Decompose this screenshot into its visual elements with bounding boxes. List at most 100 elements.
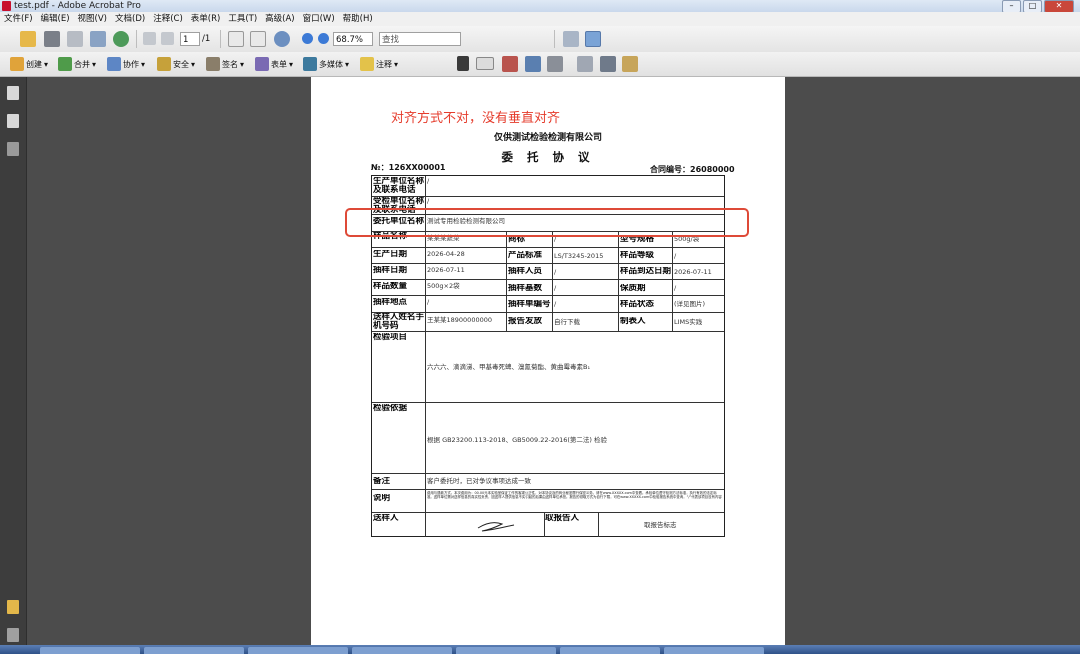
- company-name: 仅供测试检验检测有限公司: [493, 133, 602, 143]
- taskbar-item[interactable]: [664, 647, 764, 654]
- sampling-base-label: 抽样基数: [508, 284, 543, 293]
- taskbar-item[interactable]: [456, 647, 556, 654]
- collaborate-button[interactable]: 协作 ▾: [107, 56, 145, 72]
- pointer-icon[interactable]: [457, 56, 469, 71]
- bookmarks-panel-icon[interactable]: [7, 114, 19, 128]
- report-receiver-label: 取报告人: [545, 514, 580, 523]
- fit-width-icon[interactable]: [563, 31, 579, 47]
- menu-view[interactable]: 视图(V): [74, 12, 111, 26]
- list-box-icon[interactable]: [600, 56, 616, 72]
- menu-edit[interactable]: 编辑(E): [37, 12, 74, 26]
- zoom-level-select[interactable]: 68.7%: [333, 32, 373, 46]
- report-delivery-value: 自行下载: [554, 318, 580, 326]
- ok-button-icon[interactable]: [476, 57, 494, 70]
- create-button[interactable]: 创建 ▾: [10, 56, 48, 72]
- comment-icon: [360, 57, 374, 71]
- arrow-up-icon[interactable]: [143, 32, 156, 45]
- title-bar: test.pdf - Adobe Acrobat Pro – □ ✕: [0, 0, 1080, 13]
- menu-forms[interactable]: 表单(R): [187, 12, 225, 26]
- menu-document[interactable]: 文档(D): [111, 12, 149, 26]
- comment-button[interactable]: 注释 ▾: [360, 56, 398, 72]
- sender-signature: [477, 522, 515, 532]
- checkbox-tool-icon[interactable]: [502, 56, 518, 72]
- menu-bar: 文件(F) 编辑(E) 视图(V) 文档(D) 注释(C) 表单(R) 工具(T…: [0, 12, 1080, 26]
- menu-tools[interactable]: 工具(T): [224, 12, 261, 26]
- misalignment-highlight: [345, 208, 749, 237]
- sample-quantity-label: 样品数量: [373, 282, 408, 291]
- production-date-value: 2026-04-28: [427, 250, 465, 258]
- zoom-in-icon[interactable]: [318, 33, 329, 44]
- page-number-input[interactable]: 1: [180, 32, 200, 46]
- page-total: /1: [202, 34, 211, 44]
- menu-advanced[interactable]: 高级(A): [261, 12, 298, 26]
- toolbar-separator: [554, 30, 555, 48]
- film-icon: [303, 57, 317, 71]
- sampling-base-value: /: [554, 284, 557, 292]
- search-input[interactable]: 查找: [379, 32, 461, 46]
- combine-button[interactable]: 合并 ▾: [58, 56, 96, 72]
- inspected-unit-value: /: [427, 197, 430, 205]
- menu-file[interactable]: 文件(F): [0, 12, 37, 26]
- sampling-place-label: 抽样地点: [373, 298, 408, 307]
- attach-tool-icon[interactable]: [547, 56, 563, 72]
- menu-help[interactable]: 帮助(H): [339, 12, 377, 26]
- hand-tool-icon[interactable]: [250, 31, 266, 47]
- shelf-life-label: 保质期: [620, 284, 646, 293]
- taskbar-item[interactable]: [40, 647, 140, 654]
- toolbar-separator: [220, 30, 221, 48]
- test-basis-label: 检验依据: [373, 404, 408, 413]
- email-icon[interactable]: [90, 31, 106, 47]
- sender-contact-label: 送样人姓名手机号码: [373, 313, 425, 331]
- zoom-out-icon[interactable]: [302, 33, 313, 44]
- attachments-panel-icon[interactable]: [7, 628, 19, 642]
- navigation-panel: [0, 77, 27, 645]
- edit-form-icon[interactable]: [622, 56, 638, 72]
- remark-value: 客户委托时，已对争议事项达成一致: [427, 477, 531, 485]
- web-capture-icon[interactable]: [113, 31, 129, 47]
- comments-panel-icon[interactable]: [7, 600, 19, 614]
- taskbar-item[interactable]: [144, 647, 244, 654]
- report-receiver-value: 取报告标志: [644, 521, 677, 529]
- producer-label: 生产单位名称及联系电话: [373, 177, 425, 195]
- note-value: 费用与退款方式。本次费用为：00.00元本实验室保证工作的客观公正性，对本协议及…: [427, 491, 722, 500]
- select-text-icon[interactable]: [228, 31, 244, 47]
- forms-button[interactable]: 表单 ▾: [255, 56, 293, 72]
- radio-tool-icon[interactable]: [525, 56, 541, 72]
- pen-icon: [206, 57, 220, 71]
- test-items-value: 六六六、滴滴涕、甲基毒死蜱、溴氰菊酯、黄曲霉毒素B₁: [427, 363, 591, 371]
- sampling-place-value: /: [427, 298, 430, 306]
- zoom-tool-icon[interactable]: [274, 31, 290, 47]
- save-icon[interactable]: [67, 31, 83, 47]
- taskbar-item[interactable]: [352, 647, 452, 654]
- full-screen-icon[interactable]: [585, 31, 601, 47]
- pages-panel-icon[interactable]: [7, 86, 19, 100]
- arrival-date-value: 2026-07-11: [674, 268, 712, 276]
- create-pdf-icon: [10, 57, 24, 71]
- print-icon[interactable]: [44, 31, 60, 47]
- grade-value: /: [674, 252, 677, 260]
- preparer-value: LIMS实践: [674, 318, 703, 326]
- producer-value: /: [427, 177, 430, 185]
- sign-button[interactable]: 签名 ▾: [206, 56, 244, 72]
- review-annotation: 对齐方式不对，没有垂直对齐: [391, 111, 561, 126]
- taskbar-item[interactable]: [248, 647, 348, 654]
- text-field-icon[interactable]: [577, 56, 593, 72]
- test-basis-value: 根据 GB23200.113-2018、GB5009.22-2016(第二法) …: [427, 436, 608, 444]
- open-folder-icon[interactable]: [20, 31, 36, 47]
- security-button[interactable]: 安全 ▾: [157, 56, 195, 72]
- grade-label: 样品等级: [620, 251, 655, 260]
- pdf-page: 对齐方式不对，没有垂直对齐 仅供测试检验检测有限公司 委 托 协 议 №：126…: [311, 77, 785, 645]
- acrobat-app-icon: [2, 1, 11, 11]
- menu-comments[interactable]: 注释(C): [149, 12, 187, 26]
- taskbar-item[interactable]: [560, 647, 660, 654]
- shelf-life-value: /: [674, 284, 677, 292]
- sender-contact-value: 王某某18900000000: [427, 316, 492, 324]
- signatures-panel-icon[interactable]: [7, 142, 19, 156]
- multimedia-button[interactable]: 多媒体 ▾: [303, 56, 349, 72]
- arrow-down-icon[interactable]: [161, 32, 174, 45]
- preparer-label: 制表人: [620, 317, 646, 326]
- window-title: test.pdf - Adobe Acrobat Pro: [14, 1, 141, 11]
- menu-window[interactable]: 窗口(W): [299, 12, 339, 26]
- sampler-value: /: [554, 268, 557, 276]
- report-delivery-label: 报告发放: [508, 317, 543, 326]
